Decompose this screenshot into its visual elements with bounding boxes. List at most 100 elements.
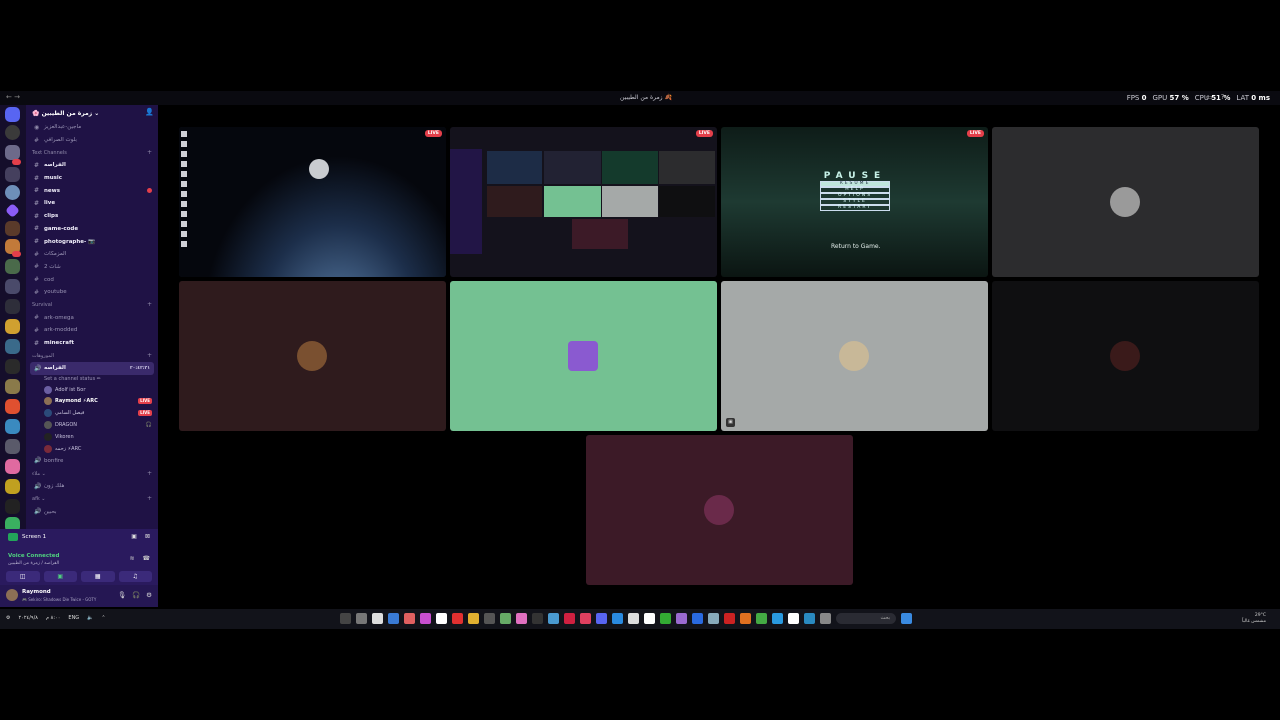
server-icon[interactable] xyxy=(5,379,20,394)
voice-channel-path[interactable]: الفراصه / زمرة من الطيبين xyxy=(8,561,59,566)
noise-suppression-icon[interactable]: ≋ xyxy=(129,555,134,562)
app-icon[interactable] xyxy=(676,613,687,624)
server-icon[interactable] xyxy=(5,459,20,474)
participant-tile[interactable] xyxy=(179,281,446,431)
channel-item[interactable]: # game-code xyxy=(26,223,158,236)
server-icon[interactable] xyxy=(5,419,20,434)
app-icon[interactable] xyxy=(644,613,655,624)
app-icon[interactable] xyxy=(436,613,447,624)
headphones-icon[interactable]: 🎧 xyxy=(132,591,140,599)
app-icon[interactable] xyxy=(724,613,735,624)
server-icon[interactable] xyxy=(5,279,20,294)
server-icon[interactable] xyxy=(5,439,20,454)
channel-item[interactable]: # photographe- 📷 xyxy=(26,235,158,248)
add-channel-icon[interactable]: + xyxy=(147,352,152,359)
app-icon[interactable] xyxy=(692,613,703,624)
channel-item[interactable]: # المزمكات xyxy=(26,248,158,261)
voice-user[interactable]: Vikoren xyxy=(26,431,158,443)
chevron-up-icon[interactable]: ⌃ xyxy=(101,615,105,621)
add-channel-icon[interactable]: + xyxy=(147,301,152,308)
channel-item[interactable]: # live xyxy=(26,197,158,210)
channel-item[interactable]: ◉ ماجين-عبدالعزيز xyxy=(26,121,158,134)
channel-item[interactable]: # بلوت الصرافي xyxy=(26,134,158,147)
disconnect-icon[interactable]: ☎ xyxy=(143,555,150,562)
channel-item[interactable]: # الفراصه xyxy=(26,159,158,172)
stream-tile-game[interactable]: PAUSE RESUME HELP OPTIONS STYLE RESTART … xyxy=(721,127,988,277)
app-icon[interactable] xyxy=(356,613,367,624)
voice-user[interactable]: فيصل السامي LIVE xyxy=(26,407,158,419)
server-icon[interactable] xyxy=(5,221,20,236)
server-header[interactable]: 🌸 زمرة من الطيبين ⌄ 👤 xyxy=(26,105,158,121)
channel-item[interactable]: # clips xyxy=(26,210,158,223)
channel-item[interactable]: # news xyxy=(26,184,158,197)
avatar[interactable] xyxy=(6,589,18,601)
app-icon[interactable] xyxy=(484,613,495,624)
stream-tile-desktop[interactable]: LIVE xyxy=(179,127,446,277)
app-icon[interactable] xyxy=(788,613,799,624)
chrome-icon[interactable] xyxy=(756,613,767,624)
time[interactable]: ٨:٠٠ م xyxy=(46,615,60,621)
server-icon[interactable] xyxy=(5,185,20,200)
stream-settings-icon[interactable]: ▣ xyxy=(131,533,137,540)
add-channel-icon[interactable]: + xyxy=(147,495,152,502)
soundboard-button[interactable]: ♫ xyxy=(118,571,152,582)
add-channel-icon[interactable]: + xyxy=(147,149,152,156)
category-text-channels[interactable]: Text Channels + xyxy=(26,146,158,159)
app-icon[interactable] xyxy=(420,613,431,624)
server-icon[interactable] xyxy=(5,145,20,160)
speaker-icon[interactable]: 🔈 xyxy=(87,615,93,621)
camera-button[interactable]: ◫ xyxy=(6,571,40,582)
app-icon[interactable] xyxy=(772,613,783,624)
settings-icon[interactable]: ⚙ xyxy=(146,591,152,599)
add-channel-icon[interactable]: + xyxy=(147,470,152,477)
app-icon[interactable] xyxy=(388,613,399,624)
app-icon[interactable] xyxy=(548,613,559,624)
folder-icon[interactable] xyxy=(468,613,479,624)
voice-connected-status[interactable]: Voice Connected xyxy=(8,553,59,559)
weather-widget[interactable]: 29°C مشمس غالباً xyxy=(1242,613,1266,625)
discord-icon[interactable] xyxy=(596,613,607,624)
server-icon[interactable] xyxy=(5,259,20,274)
search-box[interactable]: بحث xyxy=(836,613,896,624)
share-screen-button[interactable]: ▣ xyxy=(43,571,77,582)
language[interactable]: ENG xyxy=(68,615,79,621)
channel-item[interactable]: # youtube xyxy=(26,286,158,299)
app-icon[interactable] xyxy=(340,613,351,624)
app-icon[interactable] xyxy=(612,613,623,624)
category-survival[interactable]: Survival + xyxy=(26,299,158,312)
app-icon[interactable] xyxy=(564,613,575,624)
channel-item[interactable]: # ark-modded xyxy=(26,324,158,337)
channel-item[interactable]: # minecraft xyxy=(26,337,158,350)
microphone-icon[interactable]: 🎙 xyxy=(118,591,126,599)
date[interactable]: ٢٠٢٤/٩/٨ xyxy=(18,615,37,621)
app-icon[interactable] xyxy=(628,613,639,624)
stop-stream-icon[interactable]: ⊠ xyxy=(145,533,150,540)
participant-tile[interactable] xyxy=(450,281,717,431)
home-icon[interactable] xyxy=(5,107,20,122)
server-icon[interactable] xyxy=(5,339,20,354)
server-icon[interactable] xyxy=(5,125,20,140)
app-icon[interactable] xyxy=(404,613,415,624)
stream-tile-discord[interactable]: LIVE xyxy=(450,127,717,277)
voice-user[interactable]: Adolf ist Бог xyxy=(26,384,158,396)
app-icon[interactable] xyxy=(580,613,591,624)
app-icon[interactable] xyxy=(452,613,463,624)
server-icon[interactable] xyxy=(5,299,20,314)
windows-start-icon[interactable] xyxy=(901,613,912,624)
app-icon[interactable] xyxy=(820,613,831,624)
participant-tile[interactable] xyxy=(992,281,1259,431)
voice-user[interactable]: زحمه ⚡ARC xyxy=(26,443,158,455)
username[interactable]: Raymond xyxy=(22,589,51,595)
category-afk[interactable]: afk ⌄ + xyxy=(26,493,158,506)
channel-item[interactable]: # ark-omega xyxy=(26,311,158,324)
app-icon[interactable] xyxy=(740,613,751,624)
server-icon[interactable] xyxy=(5,319,20,334)
voice-channel-active[interactable]: 🔊 الفراصه ٢٠:٤٢:٢١ xyxy=(30,362,154,375)
channel-item[interactable]: # شات 2 xyxy=(26,261,158,274)
server-icon[interactable] xyxy=(5,359,20,374)
server-icon[interactable] xyxy=(5,499,20,514)
app-icon[interactable] xyxy=(660,613,671,624)
app-icon[interactable] xyxy=(372,613,383,624)
edge-icon[interactable] xyxy=(804,613,815,624)
voice-user[interactable]: DRAGON 🎧 xyxy=(26,419,158,431)
